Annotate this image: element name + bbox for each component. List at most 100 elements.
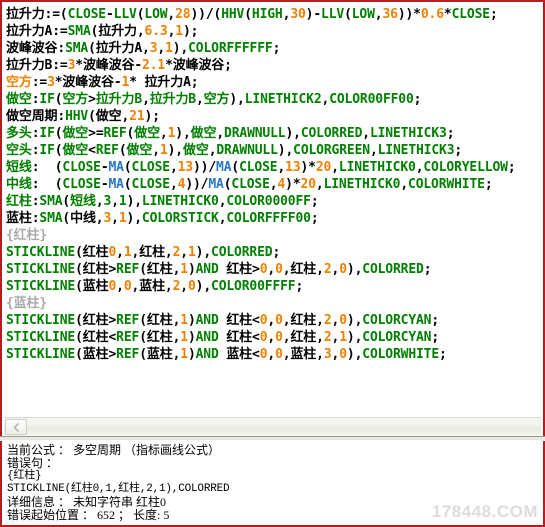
error-message-line: 错误起始位置 ： 652 ； 长度: 5 (7, 508, 170, 522)
code-line[interactable]: 红柱:SMA(短线,3,1),LINETHICK0,COLOR0000FF; (6, 193, 543, 210)
code-line[interactable]: 拉升力A:=SMA(拉升力,6.3,1); (6, 23, 543, 40)
code-token: , (169, 160, 178, 175)
code-token: 做空周期: (6, 109, 66, 124)
code-line[interactable]: 做空:IF(空方>拉升力B,拉升力B,空方),LINETHICK2,COLOR0… (6, 91, 543, 108)
code-line[interactable]: 短线: (CLOSE-MA(CLOSE,13))/MA(CLOSE,13)*20… (6, 159, 543, 176)
code-token: AND (195, 330, 219, 345)
code-token: ; (272, 41, 281, 56)
code-token: AND (195, 313, 219, 328)
code-token: ; (439, 347, 447, 362)
code-token: (拉升力A, (88, 41, 150, 56)
code-token: REF (95, 143, 119, 158)
code-line[interactable]: {红柱} (6, 227, 543, 244)
code-token: , (369, 143, 378, 158)
code-token: 1 (165, 41, 173, 56)
code-token: HHV (221, 7, 245, 22)
code-token: STICKLINE (6, 330, 76, 345)
code-token: DRAWNULL (216, 143, 278, 158)
code-token: ) (187, 262, 196, 277)
code-token: STICKLINE (6, 313, 76, 328)
code-line[interactable]: STICKLINE(红柱>REF(红柱,1)AND 红柱<0,0,红柱,2,0)… (6, 312, 543, 329)
code-line[interactable]: 中线: (CLOSE-MA(CLOSE,4))/MA(CLOSE,4)*20,L… (6, 176, 543, 193)
code-token: ; (489, 7, 498, 22)
code-token: CLOSE (131, 160, 171, 175)
code-token: , (152, 143, 160, 158)
code-token: ))* (397, 7, 421, 22)
code-token: ; (310, 194, 319, 209)
code-token: 拉升力B:= (6, 58, 68, 73)
code-line[interactable]: STICKLINE(红柱0,1,红柱,2,1),COLORRED; (6, 244, 543, 261)
horizontal-scrollbar[interactable] (4, 417, 541, 436)
code-line[interactable]: 拉升力:=(CLOSE-LLV(LOW,28))/(HHV(HIGH,30)-L… (6, 6, 543, 23)
code-token: SMA (39, 211, 63, 226)
code-token: , (277, 160, 286, 175)
code-line[interactable]: STICKLINE(蓝柱>REF(蓝柱,1)AND 蓝柱<0,0,蓝柱,3,0)… (6, 346, 543, 363)
code-token: , (362, 126, 370, 141)
code-token: HHV (65, 109, 89, 124)
code-line[interactable]: 多头:IF(做空>=REF(做空,1),做空,DRAWNULL),COLORRE… (6, 125, 543, 142)
code-token: ( (231, 160, 240, 175)
code-token: , (180, 245, 188, 260)
code-token: ; (454, 143, 463, 158)
code-token: 中线 (6, 177, 32, 192)
scrollbar-track[interactable] (28, 418, 541, 436)
code-token: ), (346, 347, 363, 362)
code-token: ; (272, 245, 281, 260)
code-editor-pane[interactable]: 拉升力:=(CLOSE-LLV(LOW,28))/(HHV(HIGH,30)-L… (0, 0, 545, 436)
code-token: 1 (118, 194, 127, 209)
code-token: ( (123, 177, 132, 192)
code-token: 拉升力:=( (6, 7, 68, 22)
code-token: 拉升力A:= (6, 24, 68, 39)
code-token: * 拉升力A; (129, 75, 199, 90)
code-token: 1 (123, 245, 132, 260)
code-line[interactable]: STICKLINE(蓝柱0,0,蓝柱,2,0),COLOR00FFFF; (6, 278, 543, 295)
code-token: (红柱> (75, 313, 117, 328)
code-token: ; (431, 313, 440, 328)
code-token: , (157, 41, 166, 56)
code-token: ,蓝柱, (131, 279, 173, 294)
code-token: 28 (175, 7, 191, 22)
code-token: 0 (339, 313, 347, 328)
code-line[interactable]: STICKLINE(红柱>REF(红柱,1)AND 红柱>0,0,红柱,2,0)… (6, 261, 543, 278)
code-line[interactable]: STICKLINE(红柱<REF(红柱,1)AND 红柱<0,0,红柱,2,1)… (6, 329, 543, 346)
code-token: LLV (113, 7, 137, 22)
code-token: , (216, 126, 225, 141)
code-token: COLORSTICK (141, 211, 219, 226)
code-line[interactable]: 空头:IF(做空<REF(做空,1),做空,DRAWNULL),COLORGRE… (6, 142, 543, 159)
code-token: COLORCYAN (362, 330, 432, 345)
code-token: 2 (323, 330, 332, 345)
code-token: ; (431, 330, 440, 345)
error-message-line: {红柱} (7, 470, 42, 482)
code-token: *波峰波谷; (165, 58, 232, 73)
code-token: LOW (351, 7, 375, 22)
code-token: COLORGREEN (293, 143, 370, 158)
code-line[interactable]: 做空周期:HHV(做空,21); (6, 108, 543, 125)
code-token: , (95, 194, 104, 209)
code-token: , (195, 92, 204, 107)
chevron-left-icon[interactable] (5, 419, 27, 435)
code-token: ), (195, 245, 212, 260)
code-token: , (267, 330, 276, 345)
code-line[interactable]: {蓝柱} (6, 295, 543, 312)
code-token: 20 (315, 160, 332, 175)
code-token: LOW (144, 7, 168, 22)
code-line[interactable]: 波峰波谷:SMA(拉升力A,3,1),COLORFFFFFF; (6, 40, 543, 57)
code-token: 1 (180, 313, 188, 328)
code-token: 3 (323, 347, 332, 362)
code-line[interactable]: 蓝柱:SMA(中线,3,1),COLORSTICK,COLORFFFF00; (6, 210, 543, 227)
code-token: 2.1 (142, 58, 166, 73)
code-token: 30 (290, 7, 306, 22)
code-text-area[interactable]: 拉升力:=(CLOSE-LLV(LOW,28))/(HHV(HIGH,30)-L… (2, 2, 543, 414)
code-token: (红柱< (75, 330, 117, 345)
code-token: 0 (339, 347, 347, 362)
code-token: := (31, 75, 48, 90)
code-token: (红柱 (75, 245, 109, 260)
code-token: STICKLINE (6, 279, 76, 294)
code-line[interactable]: 拉升力B:=3*波峰波谷-2.1*波峰波谷; (6, 57, 543, 74)
code-token: )* (285, 177, 301, 192)
code-token: ), (175, 126, 191, 141)
code-token: 20 (300, 177, 317, 192)
code-line[interactable]: 空方:=3*波峰波谷-1* 拉升力A; (6, 74, 543, 91)
code-token: 21 (129, 109, 145, 124)
code-token: REF (116, 262, 140, 277)
